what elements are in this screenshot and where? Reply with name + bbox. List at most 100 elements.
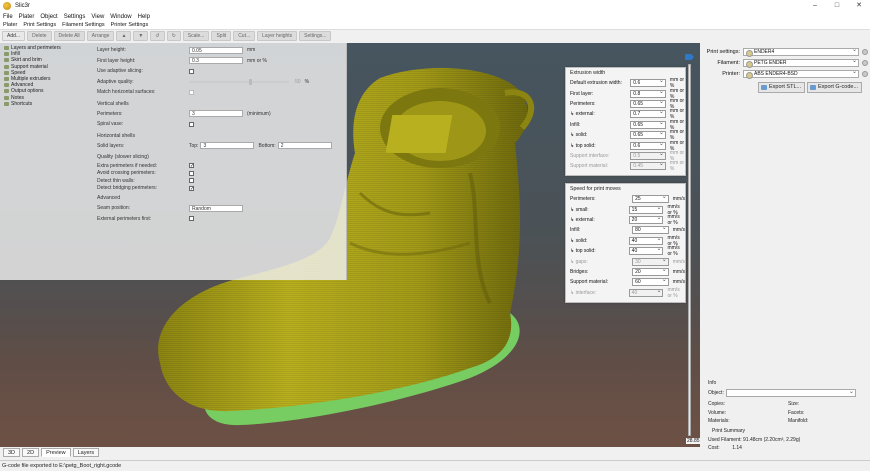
- bridging-perimeters-checkbox[interactable]: [189, 185, 194, 191]
- shortcuts-icon: [4, 101, 9, 106]
- export-stl-icon: [761, 85, 767, 90]
- view-tab-3d[interactable]: 3D: [3, 448, 21, 457]
- speed-combo[interactable]: 20: [632, 267, 669, 276]
- bottom-layers-spinner[interactable]: 2: [277, 142, 332, 150]
- layer-height-input[interactable]: 0.05: [189, 46, 243, 54]
- extrusion-width-combo[interactable]: 0.6: [630, 141, 666, 150]
- adaptive-quality-slider[interactable]: [189, 78, 289, 85]
- volume-label: Volume:: [708, 409, 727, 416]
- speed-combo[interactable]: 60: [632, 277, 669, 287]
- tab-plater[interactable]: Plater: [3, 22, 17, 28]
- spiral-vase-label: Spiral vase:: [97, 121, 124, 128]
- tab-print-settings[interactable]: Print Settings: [23, 22, 56, 28]
- delete-all-button[interactable]: Delete All: [53, 31, 85, 41]
- add-button[interactable]: Add...: [2, 31, 26, 41]
- arrange-button[interactable]: Arrange: [86, 31, 115, 41]
- materials-label: Materials:: [708, 418, 730, 424]
- match-surfaces-label: Match horizontal surfaces:: [97, 89, 156, 96]
- perimeters-spinner[interactable]: 3: [189, 110, 243, 118]
- extrusion-width-combo[interactable]: 0.45: [630, 161, 666, 171]
- scale-button[interactable]: Scale...: [182, 31, 210, 41]
- minimize-button[interactable]: –: [804, 0, 826, 12]
- layer-slider-track[interactable]: [688, 64, 691, 436]
- extra-perimeters-checkbox[interactable]: [189, 163, 194, 169]
- top-layers-spinner[interactable]: 3: [200, 142, 255, 150]
- match-surfaces-checkbox[interactable]: [189, 89, 194, 95]
- printer-gear-icon[interactable]: [862, 71, 868, 77]
- extrusion-width-row: ↳ solid:0.65mm or %: [566, 129, 685, 141]
- export-gcode-button[interactable]: Export G-code...: [807, 82, 863, 93]
- menu-settings[interactable]: Settings: [64, 14, 86, 20]
- speed-combo[interactable]: 20: [628, 215, 664, 224]
- more-button[interactable]: ▲: [116, 31, 132, 41]
- extrusion-width-combo[interactable]: 0.65: [630, 99, 666, 108]
- speed-combo[interactable]: 40: [628, 288, 664, 297]
- thin-walls-checkbox[interactable]: [189, 178, 194, 184]
- seam-position-select[interactable]: Random: [189, 204, 243, 212]
- menu-window[interactable]: Window: [110, 14, 131, 20]
- first-layer-unit: mm or %: [247, 57, 267, 64]
- rotate-right-button[interactable]: ↻: [166, 31, 181, 41]
- spiral-vase-checkbox[interactable]: [189, 121, 194, 127]
- first-layer-input[interactable]: 0.3: [189, 57, 243, 65]
- extrusion-width-row: Default extrusion width:0.6mm or %: [566, 77, 685, 89]
- menu-help[interactable]: Help: [138, 14, 150, 20]
- adaptive-checkbox[interactable]: [189, 68, 194, 74]
- slider-thumb[interactable]: [249, 78, 252, 85]
- extrusion-width-combo[interactable]: 0.65: [630, 120, 666, 129]
- speed-row: ↳ interface: 40mm/s or %: [566, 287, 685, 299]
- maximize-button[interactable]: □: [826, 0, 848, 12]
- filament-preset-row: Filament: PETG ENDER: [700, 58, 868, 68]
- speed-combo[interactable]: 15: [628, 205, 664, 214]
- object-settings-button[interactable]: Settings...: [299, 31, 332, 41]
- export-stl-label: Export STL...: [769, 84, 802, 90]
- tree-item-shortcuts[interactable]: Shortcuts: [4, 101, 84, 107]
- close-button[interactable]: ✕: [848, 0, 870, 12]
- avoid-crossing-checkbox[interactable]: [189, 170, 194, 176]
- layer-slider-handle[interactable]: [685, 54, 694, 60]
- delete-button[interactable]: Delete: [27, 31, 52, 41]
- extrusion-width-combo[interactable]: 0.8: [630, 89, 666, 98]
- speed-combo[interactable]: 40: [628, 236, 664, 245]
- speed-combo[interactable]: 25: [632, 194, 669, 204]
- view-tab-preview[interactable]: Preview: [41, 448, 71, 457]
- speed-row: Perimeters: 25mm/s: [566, 194, 685, 204]
- split-button[interactable]: Split: [211, 31, 232, 41]
- print-settings-select[interactable]: ENDER4: [743, 47, 859, 57]
- plater-toolbar: Add... Delete Delete All Arrange ▲ ▼ ↺ ↻…: [0, 30, 430, 42]
- print-settings-label: Print settings:: [706, 49, 740, 55]
- menu-object[interactable]: Object: [40, 14, 57, 20]
- extra-perimeters-label: Extra perimeters if needed:: [97, 162, 158, 169]
- vertical-shells-title: Vertical shells: [97, 100, 129, 107]
- print-settings-gear-icon[interactable]: [862, 49, 868, 55]
- speed-combo[interactable]: 30: [632, 257, 669, 266]
- extrusion-width-row: ↳ top solid:0.6mm or %: [566, 140, 685, 152]
- extrusion-width-combo[interactable]: 0.7: [630, 109, 666, 119]
- view-tab-layers[interactable]: Layers: [72, 448, 100, 457]
- fewer-button[interactable]: ▼: [133, 31, 149, 41]
- layer-slider[interactable]: [685, 52, 694, 447]
- printer-select[interactable]: ABS ENDER4-BSD: [743, 69, 859, 79]
- cut-button[interactable]: Cut...: [233, 31, 256, 41]
- speed-label: Bridges:: [570, 268, 589, 275]
- extrusion-width-combo[interactable]: 0.5: [630, 151, 666, 160]
- layer-heights-button[interactable]: Layer heights: [257, 31, 298, 41]
- object-select[interactable]: [725, 388, 856, 397]
- filament-select[interactable]: PETG ENDER: [743, 58, 859, 68]
- cost-row: Cost: 1.14: [708, 445, 868, 454]
- menu-plater[interactable]: Plater: [19, 14, 35, 20]
- rotate-left-button[interactable]: ↺: [150, 31, 165, 41]
- speed-combo[interactable]: 80: [632, 225, 669, 235]
- menu-file[interactable]: File: [3, 14, 13, 20]
- tab-printer-settings[interactable]: Printer Settings: [111, 22, 149, 28]
- export-stl-button[interactable]: Export STL...: [758, 82, 806, 93]
- extrusion-width-combo[interactable]: 0.65: [630, 130, 666, 140]
- menu-view[interactable]: View: [91, 14, 104, 20]
- view-tab-2d[interactable]: 2D: [22, 448, 40, 457]
- extrusion-width-title: Extrusion width: [570, 70, 606, 76]
- filament-gear-icon[interactable]: [862, 60, 868, 66]
- extrusion-width-combo[interactable]: 0.6: [630, 78, 666, 88]
- tab-filament-settings[interactable]: Filament Settings: [62, 22, 105, 28]
- external-first-checkbox[interactable]: [189, 216, 194, 222]
- speed-combo[interactable]: 40: [628, 246, 664, 256]
